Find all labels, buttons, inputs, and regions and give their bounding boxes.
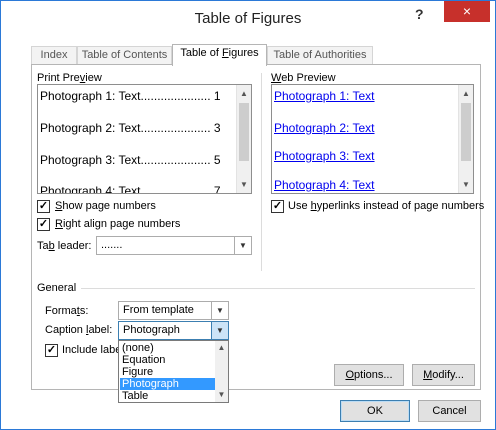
web-preview-link[interactable]: Photograph 2: Text	[274, 121, 375, 135]
dropdown-scrollbar[interactable]: ▲ ▼	[215, 341, 228, 402]
scroll-thumb[interactable]	[461, 103, 471, 161]
dropdown-option-selected[interactable]: Photograph	[120, 378, 215, 390]
ok-button[interactable]: OK	[340, 400, 410, 422]
web-preview-link[interactable]: Photograph 4: Text	[274, 178, 375, 192]
web-preview-link[interactable]: Photograph 1: Text	[274, 89, 375, 103]
include-label-checkbox[interactable]: ✓	[45, 344, 58, 357]
web-preview-scrollbar[interactable]: ▲ ▼	[458, 85, 473, 193]
scroll-up-icon[interactable]: ▲	[459, 87, 473, 101]
help-icon[interactable]: ?	[415, 6, 424, 22]
print-preview-box[interactable]: Photograph 1: Text..................... …	[37, 84, 252, 194]
include-label-text: Include label	[62, 344, 124, 356]
modify-button[interactable]: Modify...	[412, 364, 475, 386]
right-align-checkbox[interactable]: ✓	[37, 218, 50, 231]
tab-index[interactable]: Index	[31, 46, 77, 65]
general-label: General	[37, 282, 77, 294]
formats-value: From template	[123, 304, 194, 316]
web-preview-link[interactable]: Photograph 3: Text	[274, 149, 375, 163]
title-bar: Table of Figures ? ×	[1, 1, 495, 35]
table-of-figures-dialog: Table of Figures ? × Index Table of Cont…	[0, 0, 496, 430]
chevron-down-icon: ▼	[234, 237, 251, 254]
dropdown-option[interactable]: Equation	[120, 354, 215, 366]
options-button[interactable]: Options...	[334, 364, 404, 386]
general-divider	[81, 288, 475, 289]
print-preview-scrollbar[interactable]: ▲ ▼	[236, 85, 251, 193]
tab-leader-value: .......	[101, 239, 123, 251]
chevron-down-icon: ▼	[211, 322, 228, 339]
use-hyperlinks-label: Use hyperlinks instead of page numbers	[288, 200, 485, 212]
section-divider	[261, 73, 262, 271]
caption-label-dropdown-list[interactable]: (none) Equation Figure Photograph Table …	[118, 340, 229, 403]
scroll-up-icon[interactable]: ▲	[215, 341, 228, 355]
scroll-down-icon[interactable]: ▼	[215, 388, 228, 402]
tab-leader-label: Tab leader:	[37, 240, 92, 252]
caption-label-select[interactable]: Photograph ▼	[118, 321, 229, 340]
caption-label-value: Photograph	[123, 324, 180, 336]
dropdown-option[interactable]: Table	[120, 390, 215, 402]
scroll-up-icon[interactable]: ▲	[237, 87, 251, 101]
tab-table-of-contents[interactable]: Table of Contents	[77, 46, 172, 65]
dropdown-option[interactable]: (none)	[120, 342, 215, 354]
right-align-label: Right align page numbers	[55, 218, 181, 230]
show-page-numbers-checkbox[interactable]: ✓	[37, 200, 50, 213]
chevron-down-icon: ▼	[211, 302, 228, 319]
print-preview-label: Print Preview	[37, 72, 102, 84]
web-preview-label: Web Preview	[271, 72, 336, 84]
formats-label: Formats:	[45, 305, 89, 317]
web-preview-box[interactable]: Photograph 1: Text Photograph 2: Text Ph…	[271, 84, 474, 194]
close-button[interactable]: ×	[444, 1, 490, 22]
print-preview-entry: Photograph 3: Text..................... …	[40, 153, 221, 167]
print-preview-entry: Photograph 2: Text..................... …	[40, 121, 221, 135]
caption-label-label: Caption label:	[45, 324, 113, 336]
tab-leader-select[interactable]: ....... ▼	[96, 236, 252, 255]
scroll-thumb[interactable]	[239, 103, 249, 161]
use-hyperlinks-checkbox[interactable]: ✓	[271, 200, 284, 213]
print-preview-entry: Photograph 4: Text..................... …	[40, 184, 221, 194]
scroll-down-icon[interactable]: ▼	[459, 178, 473, 192]
dropdown-option[interactable]: Figure	[120, 366, 215, 378]
cancel-button[interactable]: Cancel	[418, 400, 481, 422]
tab-table-of-figures[interactable]: Table of Figures	[172, 44, 267, 66]
tab-table-of-authorities[interactable]: Table of Authorities	[267, 46, 373, 65]
print-preview-entry: Photograph 1: Text..................... …	[40, 89, 221, 103]
scroll-down-icon[interactable]: ▼	[237, 178, 251, 192]
formats-select[interactable]: From template ▼	[118, 301, 229, 320]
show-page-numbers-label: Show page numbers	[55, 200, 156, 212]
